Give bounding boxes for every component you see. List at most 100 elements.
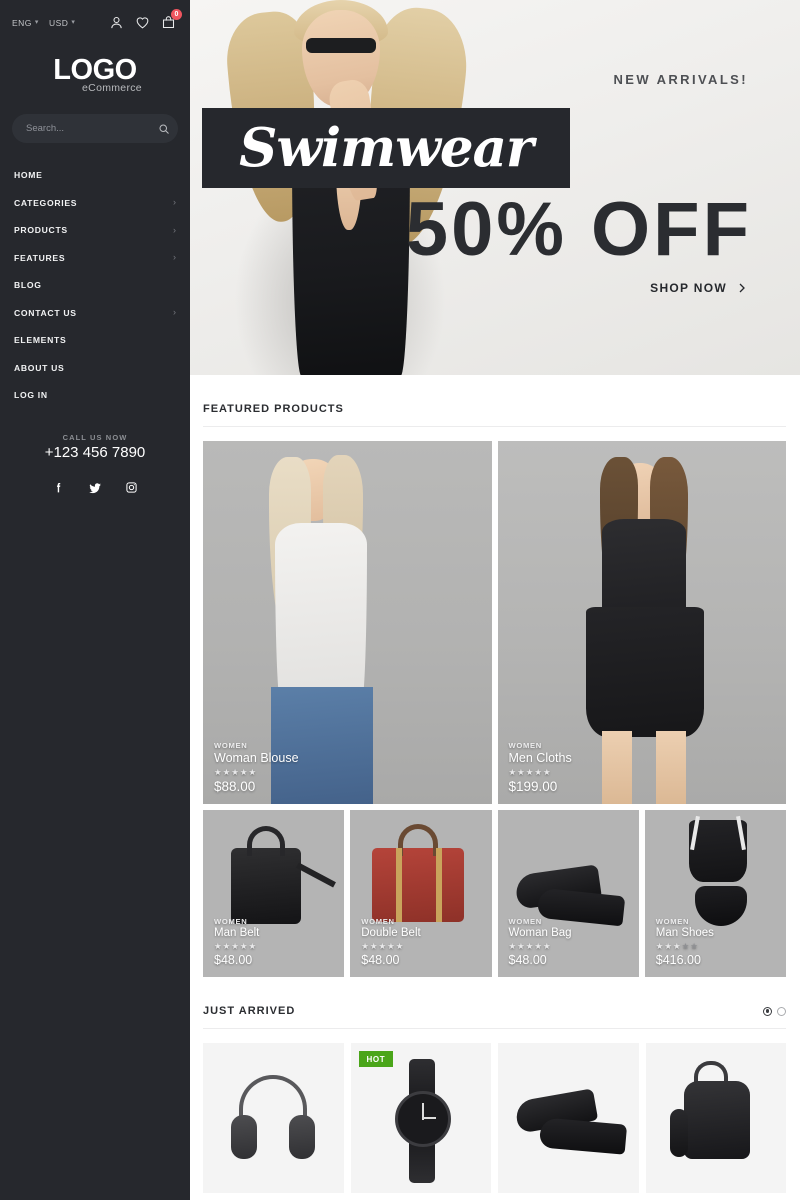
star-icon: ★ <box>387 940 395 951</box>
chevron-right-icon: › <box>173 197 176 208</box>
heart-icon[interactable] <box>135 15 150 30</box>
star-icon: ★ <box>655 940 664 951</box>
dress-shoes-image <box>498 1043 639 1193</box>
nav-item-home[interactable]: HOME <box>0 161 190 189</box>
nav-item-blog[interactable]: BLOG <box>0 271 190 299</box>
arrived-product-card[interactable] <box>203 1043 344 1193</box>
just-arrived-section: JUST ARRIVED HOT <box>190 977 800 1193</box>
headphones-image <box>203 1043 344 1193</box>
arrived-product-card[interactable] <box>645 1043 786 1193</box>
product-price: $48.00 <box>214 953 253 967</box>
product-info: WOMEN Woman Bag ★ ★ ★ ★ ★ $48.00 <box>509 917 572 968</box>
product-category: WOMEN <box>214 740 248 750</box>
chevron-right-icon: › <box>173 307 176 318</box>
shop-now-button[interactable]: SHOP NOW <box>650 281 748 295</box>
product-card[interactable]: WOMEN Men Cloths ★ ★ ★ ★ ★ $199.00 <box>497 441 786 804</box>
hero-banner[interactable]: NEW ARRIVALS! Swimwear 50% OFF SHOP NOW <box>190 0 800 375</box>
star-icon: ★ <box>222 940 231 951</box>
featured-big-grid: WOMEN Woman Blouse ★ ★ ★ ★ ★ $88.00 WOME… <box>203 441 786 804</box>
hero-script-word: Swimwear <box>239 117 534 179</box>
call-us-block: CALL US NOW +123 456 7890 <box>0 433 190 461</box>
nav-item-about-us[interactable]: ABOUT US <box>0 354 190 382</box>
nav-item-categories[interactable]: CATEGORIES › <box>0 189 190 217</box>
star-icon: ★ <box>534 940 542 951</box>
nav-item-label: ELEMENTS <box>14 335 67 346</box>
product-rating: ★ ★ ★ ★ ★ <box>214 766 299 777</box>
just-arrived-header: JUST ARRIVED <box>203 977 786 1029</box>
currency-selector[interactable]: USD ▾ <box>49 18 75 28</box>
nav-item-label: HOME <box>14 170 43 181</box>
nav-item-elements[interactable]: ELEMENTS <box>0 326 190 354</box>
product-rating: ★ ★ ★ ★ ★ <box>655 940 714 951</box>
product-info: WOMEN Man Belt ★ ★ ★ ★ ★ $48.00 <box>214 917 259 968</box>
product-name: Man Belt <box>214 926 260 939</box>
instagram-icon[interactable] <box>125 481 138 495</box>
carousel-dot-2[interactable] <box>777 1006 786 1016</box>
brand-logo[interactable]: LOGO eCommerce <box>0 45 190 100</box>
star-icon: ★ <box>681 940 690 951</box>
product-card[interactable]: WOMEN Woman Blouse ★ ★ ★ ★ ★ $88.00 <box>203 441 492 804</box>
product-rating: ★ ★ ★ ★ ★ <box>214 940 259 951</box>
star-icon: ★ <box>508 940 517 951</box>
product-price: $48.00 <box>361 953 400 967</box>
product-card[interactable]: WOMEN Woman Bag ★ ★ ★ ★ ★ $48.00 <box>497 810 639 977</box>
arrived-product-card[interactable] <box>498 1043 639 1193</box>
hero-eyebrow: NEW ARRIVALS! <box>613 72 748 87</box>
language-value: ENG <box>12 17 32 28</box>
nav-item-products[interactable]: PRODUCTS › <box>0 216 190 244</box>
product-price: $88.00 <box>214 779 256 794</box>
search-input[interactable] <box>26 123 158 135</box>
star-icon: ★ <box>214 766 222 777</box>
sidebar: ENG ▾ USD ▾ 0 LOGO eCommerce Search... H… <box>0 0 190 1200</box>
chevron-right-icon: › <box>173 252 176 263</box>
locale-selectors: ENG ▾ USD ▾ <box>12 18 75 28</box>
carousel-dot-1[interactable] <box>763 1006 772 1016</box>
star-icon: ★ <box>543 940 551 951</box>
nav-item-log-in[interactable]: LOG IN <box>0 381 190 409</box>
star-icon: ★ <box>231 766 239 777</box>
cart-icon[interactable]: 0 <box>161 9 182 30</box>
facebook-icon[interactable] <box>52 481 65 495</box>
product-info: WOMEN Man Shoes ★ ★ ★ ★ ★ $416.00 <box>656 917 714 968</box>
featured-products-section: FEATURED PRODUCTS WOMEN Woman Blouse ★ ★… <box>190 375 800 977</box>
product-card[interactable]: WOMEN Man Belt ★ ★ ★ ★ ★ $48.00 <box>203 810 345 977</box>
nav-item-label: PRODUCTS <box>14 225 68 236</box>
star-icon: ★ <box>543 766 551 777</box>
nav-item-label: ABOUT US <box>14 362 65 373</box>
star-icon: ★ <box>361 940 369 951</box>
product-name: Double Belt <box>361 926 421 939</box>
nav-item-contact-us[interactable]: CONTACT US › <box>0 299 190 327</box>
product-rating: ★ ★ ★ ★ ★ <box>508 940 572 951</box>
product-name: Woman Bag <box>508 926 572 939</box>
sidebar-topbar: ENG ▾ USD ▾ 0 <box>0 0 190 45</box>
product-category: WOMEN <box>508 740 542 750</box>
product-info: WOMEN Woman Blouse ★ ★ ★ ★ ★ $88.00 <box>214 741 299 795</box>
user-icon[interactable] <box>109 15 124 30</box>
nav-item-label: LOG IN <box>14 390 48 401</box>
star-icon: ★ <box>517 940 525 951</box>
chevron-right-icon <box>736 282 748 294</box>
social-links <box>0 481 190 495</box>
star-icon: ★ <box>517 766 525 777</box>
twitter-icon[interactable] <box>88 481 102 495</box>
product-info: WOMEN Double Belt ★ ★ ★ ★ ★ $48.00 <box>361 917 420 968</box>
arrived-product-card[interactable]: HOT <box>350 1043 491 1193</box>
product-price: $48.00 <box>508 953 547 967</box>
product-card[interactable]: WOMEN Double Belt ★ ★ ★ ★ ★ $48.00 <box>350 810 492 977</box>
cart-count-badge: 0 <box>171 9 182 20</box>
chevron-down-icon: ▾ <box>34 19 39 26</box>
language-selector[interactable]: ENG ▾ <box>12 18 39 28</box>
search-icon[interactable] <box>158 123 170 135</box>
search-bar[interactable] <box>12 114 178 144</box>
star-icon: ★ <box>248 940 257 951</box>
nav-item-features[interactable]: FEATURES › <box>0 244 190 272</box>
product-rating: ★ ★ ★ ★ ★ <box>361 940 420 951</box>
product-card[interactable]: WOMEN Man Shoes ★ ★ ★ ★ ★ $416.00 <box>644 810 786 977</box>
shop-now-label: SHOP NOW <box>650 281 727 295</box>
nav-item-label: CONTACT US <box>14 307 77 318</box>
phone-number[interactable]: +123 456 7890 <box>0 444 190 461</box>
main-navigation: HOME CATEGORIES › PRODUCTS › FEATURES › … <box>0 161 190 409</box>
star-icon: ★ <box>508 766 517 777</box>
star-icon: ★ <box>248 766 257 777</box>
chevron-down-icon: ▾ <box>71 19 76 26</box>
